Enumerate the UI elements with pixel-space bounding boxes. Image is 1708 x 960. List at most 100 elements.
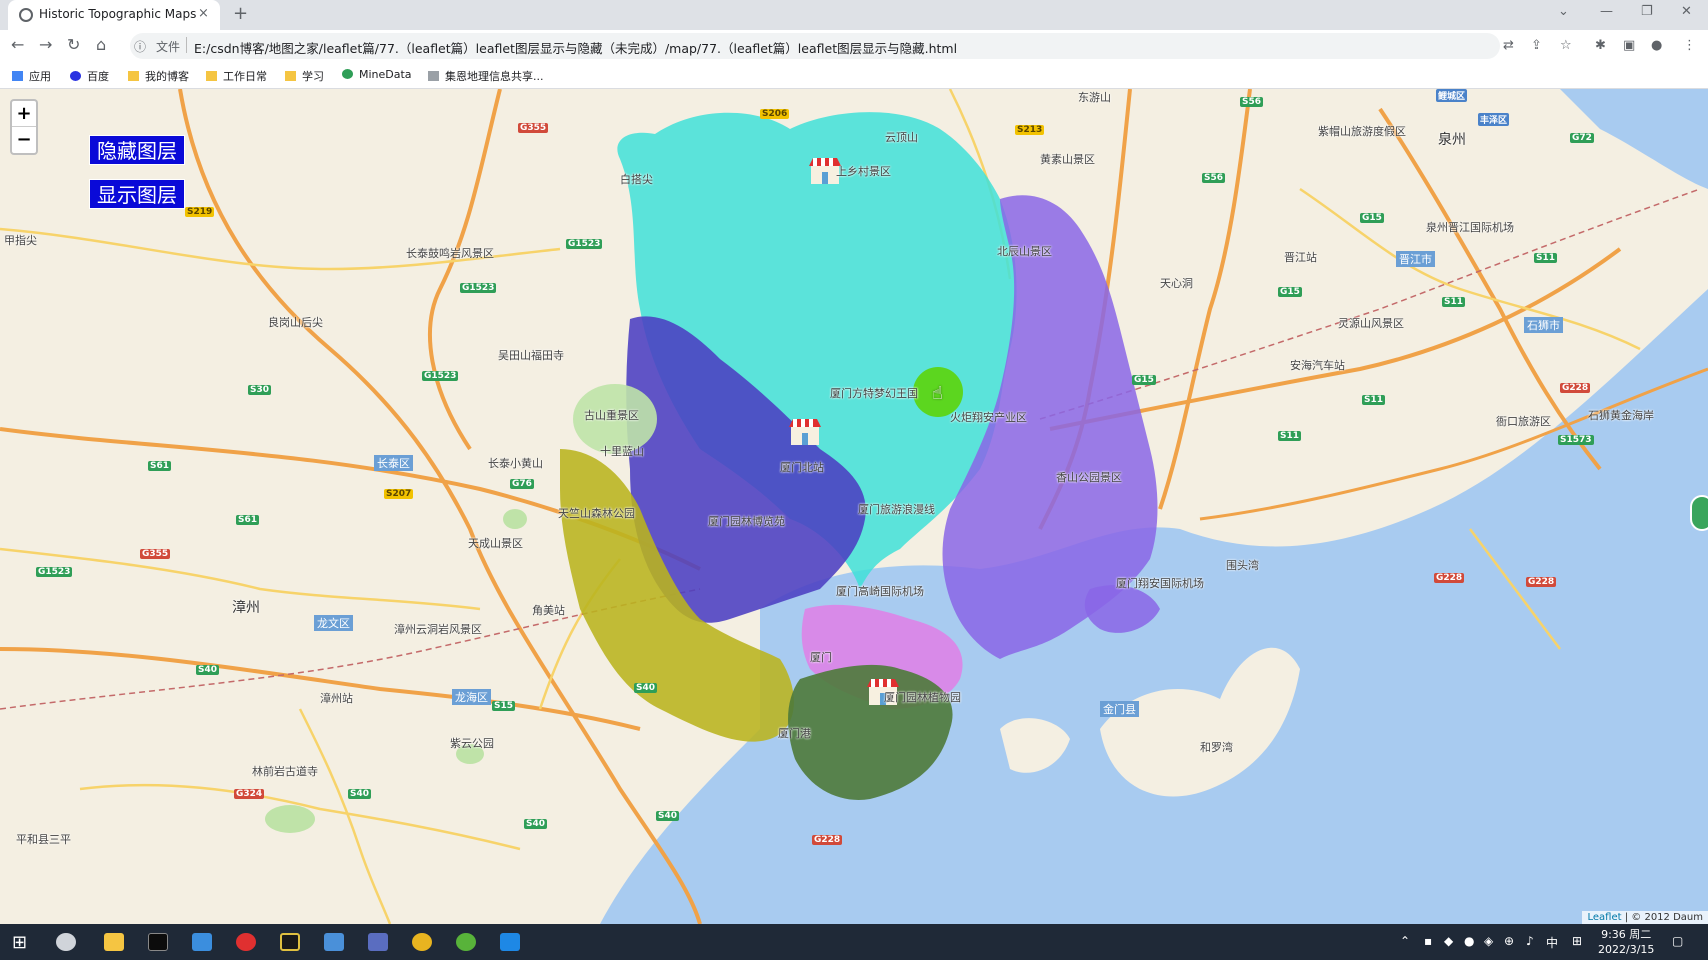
place-label: 白搭尖 (620, 173, 653, 186)
bookmark-blog[interactable]: 我的博客 (128, 68, 189, 84)
shield-icon[interactable]: ◈ (1484, 934, 1493, 948)
place-label: 厦门方特梦幻王国 (830, 387, 918, 400)
translate-icon[interactable]: ⇄ (1503, 38, 1514, 53)
volume-icon[interactable]: ♪ (1526, 934, 1534, 948)
zoom-in-button[interactable]: + (12, 101, 36, 127)
attribution-text: | © 2012 Daum (1621, 912, 1703, 923)
place-label: 晋江站 (1284, 251, 1317, 264)
place-label: 围头湾 (1226, 559, 1259, 572)
app-icon[interactable] (324, 933, 344, 951)
browser-toolbar: ← → ↻ ⌂ ⓘ 文件 E:/csdn博客/地图之家/leaflet篇/77.… (0, 30, 1708, 63)
road-shield: G355 (140, 549, 171, 559)
new-tab-button[interactable]: + (233, 3, 248, 24)
browser-tab[interactable]: Historic Topographic Maps × (8, 0, 220, 30)
share-icon[interactable]: ⇪ (1531, 38, 1542, 53)
place-label: 厦门高崎国际机场 (836, 585, 924, 598)
road-shield: S40 (348, 789, 372, 799)
ide-icon[interactable] (280, 933, 300, 951)
search-icon[interactable] (56, 933, 76, 951)
hide-layer-button[interactable]: 隐藏图层 (89, 135, 185, 165)
place-label: 十里蓝山 (600, 445, 644, 458)
tray-chevron-icon[interactable]: ⌃ (1400, 934, 1410, 948)
terminal-icon[interactable] (148, 933, 168, 951)
clock-time: 9:36 周二 (1601, 928, 1652, 941)
bookmark-work[interactable]: 工作日常 (206, 68, 267, 84)
star-icon[interactable]: ☆ (1560, 38, 1572, 53)
back-icon[interactable]: ← (11, 35, 24, 54)
app-icon[interactable] (192, 933, 212, 951)
forward-icon[interactable]: → (39, 35, 52, 54)
place-label: 长泰区 (374, 455, 413, 471)
tray-icon[interactable]: ▪ (1424, 934, 1432, 948)
bookmark-label: 集恩地理信息共享... (445, 70, 544, 83)
road-shield: G15 (1278, 287, 1302, 297)
place-label: 香山公园景区 (1056, 471, 1122, 484)
app-icon[interactable] (456, 933, 476, 951)
profile-icon[interactable]: ● (1651, 38, 1662, 53)
road-shield: G15 (1132, 375, 1156, 385)
input-language[interactable]: 中 (1546, 934, 1558, 951)
tray-icon[interactable]: ● (1464, 934, 1474, 948)
road-shield: S40 (656, 811, 680, 821)
reload-icon[interactable]: ↻ (67, 35, 80, 54)
leaflet-link[interactable]: Leaflet (1587, 912, 1621, 923)
road-shield: G324 (234, 789, 265, 799)
road-shield: G1523 (422, 371, 459, 381)
close-window-icon[interactable]: ✕ (1681, 4, 1692, 19)
bookmark-label: MineData (359, 68, 412, 81)
place-label: 平和县三平 (16, 833, 71, 846)
bookmark-jien[interactable]: 集恩地理信息共享... (428, 68, 544, 84)
mail-icon[interactable] (500, 933, 520, 951)
road-shield: S40 (524, 819, 548, 829)
file-explorer-icon[interactable] (104, 933, 124, 951)
place-label: 漳州 (232, 600, 260, 616)
place-label: 北辰山景区 (997, 245, 1052, 258)
tray-icon[interactable]: ◆ (1444, 934, 1453, 948)
road-shield: S219 (185, 207, 215, 217)
road-shield: S11 (1362, 395, 1386, 405)
zoom-out-button[interactable]: − (12, 127, 36, 153)
shop-marker-icon[interactable] (788, 417, 822, 447)
address-bar[interactable]: ⓘ 文件 E:/csdn博客/地图之家/leaflet篇/77.（leaflet… (130, 33, 1500, 59)
bookmark-minedata[interactable]: MineData (342, 68, 412, 81)
road-shield: G355 (518, 123, 549, 133)
road-shield: S61 (236, 515, 260, 525)
menu-icon[interactable]: ⋮ (1683, 38, 1696, 53)
show-layer-button[interactable]: 显示图层 (89, 179, 185, 209)
chrome-icon[interactable] (412, 933, 432, 951)
network-icon[interactable]: ⊕ (1504, 934, 1514, 948)
road-shield: S61 (148, 461, 172, 471)
bookmark-apps[interactable]: 应用 (12, 68, 51, 84)
home-icon[interactable]: ⌂ (96, 35, 106, 54)
place-label: 灵源山风景区 (1338, 317, 1404, 330)
notification-icon[interactable]: ▢ (1672, 934, 1683, 948)
road-shield: S40 (196, 665, 220, 675)
place-label: 东游山 (1078, 91, 1111, 104)
place-label: 厦门 (810, 651, 832, 664)
clock[interactable]: 9:36 周二 2022/3/15 (1598, 927, 1654, 957)
close-tab-icon[interactable]: × (198, 6, 209, 21)
ime-icon[interactable]: ⊞ (1572, 934, 1582, 948)
tab-title: Historic Topographic Maps (39, 7, 197, 21)
app-icon[interactable] (236, 933, 256, 951)
url-text[interactable]: E:/csdn博客/地图之家/leaflet篇/77.（leaflet篇）lea… (194, 38, 957, 57)
minimize-icon[interactable]: — (1600, 4, 1613, 19)
road-shield: G72 (1570, 133, 1594, 143)
info-icon[interactable]: ⓘ (134, 38, 146, 55)
bookmark-study[interactable]: 学习 (285, 68, 324, 84)
road-shield: S11 (1278, 431, 1302, 441)
chevron-down-icon[interactable]: ⌄ (1558, 4, 1569, 19)
folder-icon (285, 71, 296, 81)
extensions-icon[interactable]: ✱ (1595, 38, 1606, 53)
windows-start-icon[interactable]: ⊞ (12, 932, 32, 953)
sidepanel-icon[interactable]: ▣ (1623, 38, 1635, 53)
restore-icon[interactable]: ❐ (1641, 4, 1653, 19)
place-label: 衙口旅游区 (1496, 415, 1551, 428)
leaflet-map[interactable]: ☝ 泉州 漳州 云顶山 黄素山景区 上乡村景区 东游山 白搭尖 北辰山景区 紫帽… (0, 89, 1708, 924)
app-icon[interactable] (368, 933, 388, 951)
side-widget-icon[interactable] (1690, 495, 1708, 531)
place-label: 林前岩古道寺 (252, 765, 318, 778)
place-label: 安海汽车站 (1290, 359, 1345, 372)
road-shield: S207 (384, 489, 414, 499)
bookmark-baidu[interactable]: 百度 (70, 68, 109, 84)
